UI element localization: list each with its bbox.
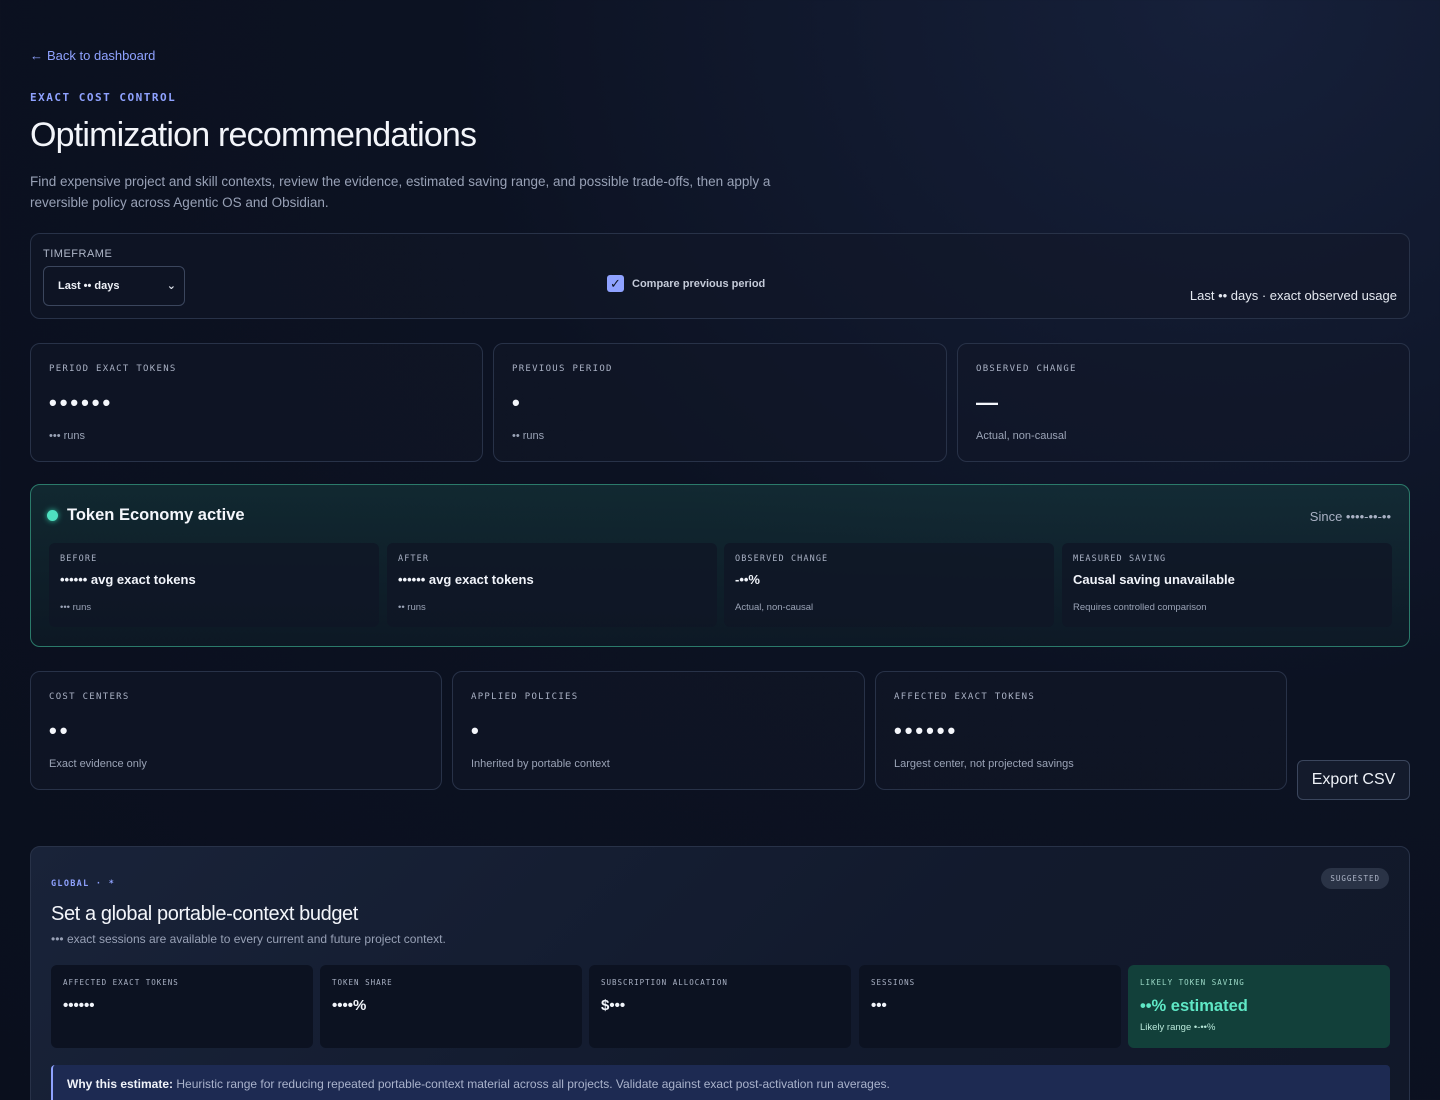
chevron-down-icon: ⌄ [166,280,176,292]
why-this-estimate: Why this estimate: Heuristic range for r… [51,1065,1390,1100]
page-subtitle: Find expensive project and skill context… [30,174,771,210]
te-card-label: After [398,554,430,564]
rec-card-label: Likely token saving [1140,978,1245,987]
te-card-sub: Requires controlled comparison [1073,602,1207,613]
rec-card-sessions: Sessions ••• [859,965,1121,1048]
stat-sub: Largest center, not projected savings [894,758,1074,770]
compare-checkbox[interactable]: ✓ [607,275,624,292]
stat-value: • [471,718,482,743]
stat-value: • [512,390,523,415]
stat-value: •••••• [49,390,114,415]
te-card-label: Measured saving [1073,554,1167,564]
rec-card-sub: Likely range •-••% [1140,1022,1216,1033]
te-card-before: Before •••••• avg exact tokens ••• runs [49,543,379,627]
te-card-after: After •••••• avg exact tokens •• runs [387,543,717,627]
stat-label: Period exact tokens [49,364,177,374]
token-economy-panel: Token Economy active Since ••••-••-•• Be… [30,484,1410,647]
stat-sub: Exact evidence only [49,758,147,770]
stat-sub: •• runs [512,430,545,442]
stat-sub: Inherited by portable context [471,758,610,770]
stat-sub: ••• runs [49,430,86,442]
rec-card-value: ••• [871,997,887,1014]
timeframe-label: TIMEFRAME [43,248,113,260]
stat-label: Applied policies [471,692,579,702]
rec-card-affected-exact-tokens: Affected exact tokens •••••• [51,965,313,1048]
stat-applied-policies: Applied policies • Inherited by portable… [452,671,865,790]
stat-value: •• [49,718,71,743]
export-csv-button[interactable]: Export CSV [1297,760,1410,800]
status-dot-icon [47,510,58,521]
rec-card-token-share: Token share ••••% [320,965,582,1048]
te-card-measured-saving: Measured saving Causal saving unavailabl… [1062,543,1392,627]
stat-observed-change: Observed change — Actual, non-causal [957,343,1410,462]
stat-value: — [976,390,1001,415]
te-card-value: •••••• avg exact tokens [398,572,534,587]
rec-card-value: •••••• [63,997,95,1014]
te-card-label: Observed change [735,554,829,564]
stat-period-exact-tokens: Period exact tokens •••••• ••• runs [30,343,483,462]
te-card-value: •••••• avg exact tokens [60,572,196,587]
rec-card-label: Sessions [871,978,916,987]
te-card-label: Before [60,554,98,564]
rec-card-label: Subscription allocation [601,978,728,987]
stat-value: •••••• [894,718,959,743]
why-text: Heuristic range for reducing repeated po… [176,1077,890,1091]
rec-card-value: $••• [601,997,626,1014]
stat-label: Cost centers [49,692,130,702]
stat-cost-centers: Cost centers •• Exact evidence only [30,671,442,790]
page-eyebrow: EXACT COST CONTROL [30,91,177,104]
te-card-value: Causal saving unavailable [1073,572,1235,587]
te-card-sub: Actual, non-causal [735,602,814,613]
recommendation-description: ••• exact sessions are available to ever… [51,932,446,946]
stat-label: Affected exact tokens [894,692,1036,702]
arrow-left-icon: ← [30,48,43,63]
token-economy-since: Since ••••-••-•• [1309,509,1391,524]
recommendation-card: Global · * SUGGESTED Set a global portab… [30,846,1410,1100]
stat-affected-exact-tokens: Affected exact tokens •••••• Largest cen… [875,671,1287,790]
stat-label: Previous period [512,364,613,374]
te-card-sub: •• runs [398,602,426,613]
recommendation-scope: Global · * [51,879,116,889]
te-card-observed-change: Observed change -••% Actual, non-causal [724,543,1054,627]
stat-sub: Actual, non-causal [976,430,1067,442]
rec-card-value: ••% estimated [1140,997,1248,1015]
status-badge: SUGGESTED [1321,868,1389,889]
stat-label: Observed change [976,364,1077,374]
back-to-dashboard-link[interactable]: ← Back to dashboard [30,48,155,63]
page-title: Optimization recommendations [30,116,477,154]
stat-previous-period: Previous period • •• runs [493,343,947,462]
te-card-sub: ••• runs [60,602,92,613]
rec-card-value: ••••% [332,997,367,1014]
token-economy-title: Token Economy active [67,506,245,524]
timeframe-select[interactable]: Last •• days ⌄ [43,266,185,306]
te-card-value: -••% [735,572,760,587]
rec-card-likely-token-saving: Likely token saving ••% estimated Likely… [1128,965,1390,1048]
rec-card-subscription-allocation: Subscription allocation $••• [589,965,851,1048]
compare-label: Compare previous period [632,277,766,290]
why-label: Why this estimate: [67,1077,174,1091]
timeframe-summary: Last •• days · exact observed usage [1189,288,1397,303]
compare-previous-period[interactable]: ✓ Compare previous period [607,275,765,292]
rec-card-label: Token share [332,978,393,987]
timeframe-selected-value: Last •• days [58,280,120,292]
timeframe-panel: TIMEFRAME Last •• days ⌄ ✓ Compare previ… [30,233,1410,319]
recommendation-title: Set a global portable-context budget [51,903,358,925]
rec-card-label: Affected exact tokens [63,978,179,987]
